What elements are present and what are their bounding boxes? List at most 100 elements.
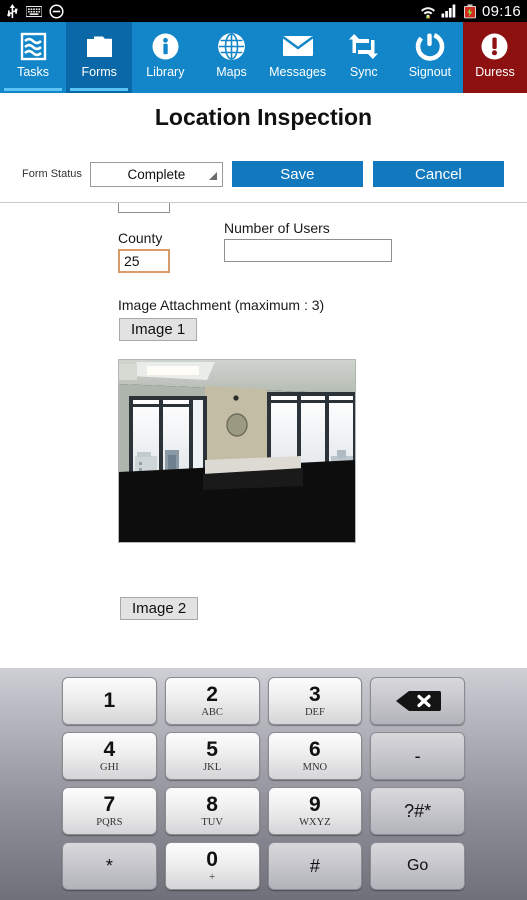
key-8-sublabel: TUV [201, 816, 223, 828]
form-status-label: Form Status [22, 168, 82, 180]
key-symbols[interactable]: ?#* [370, 787, 465, 835]
key-dash[interactable]: - [370, 732, 465, 780]
county-field-group: County 25 [118, 230, 170, 273]
status-bar-clock: 09:16 [481, 2, 521, 20]
key-0[interactable]: 0 + [164, 842, 260, 890]
key-go-label: Go [406, 857, 429, 874]
image-1-preview[interactable] [118, 359, 356, 543]
cancel-button[interactable]: Cancel [372, 161, 504, 187]
key-asterisk-label: * [105, 856, 113, 876]
keyboard-row: 7 PQRS 8 TUV 9 WXYZ ?#* [62, 787, 465, 835]
nav-label-signout: Signout [408, 65, 452, 79]
backspace-icon [395, 690, 441, 712]
image-1-button[interactable]: Image 1 [119, 318, 198, 341]
nav-item-library[interactable]: Library [132, 22, 198, 93]
nav-item-sync[interactable]: Sync [331, 22, 397, 93]
numeric-keyboard: 1 2 ABC 3 DEF 4 GHI 5 JKL 6 MNO - 7 PQRS… [0, 668, 527, 900]
key-8-label: 8 [206, 792, 218, 816]
form-status-toolbar: Form Status Complete Save Cancel [0, 160, 527, 188]
nav-label-messages: Messages [269, 65, 327, 79]
form-status-value: Complete [127, 166, 186, 182]
nav-item-messages[interactable]: Messages [265, 22, 331, 93]
key-5[interactable]: 5 JKL [164, 732, 260, 780]
number-of-users-label: Number of Users [224, 220, 330, 236]
main-navigation-bar: Tasks Forms Library Maps Messages Sync S… [0, 22, 527, 93]
key-9[interactable]: 9 WXYZ [267, 787, 363, 835]
status-bar-left-icons [6, 3, 64, 19]
key-4-label: 4 [103, 737, 116, 761]
key-2-sublabel: ABC [201, 706, 223, 718]
county-input[interactable]: 25 [118, 249, 170, 273]
keyboard-row: 1 2 ABC 3 DEF [62, 677, 465, 725]
sync-icon [347, 28, 380, 64]
key-9-sublabel: WXYZ [299, 816, 331, 828]
power-icon [413, 28, 446, 64]
dropdown-caret-icon [208, 171, 217, 180]
key-dash-label: - [414, 746, 421, 766]
image-2-button[interactable]: Image 2 [120, 597, 199, 620]
battery-icon [463, 3, 477, 19]
info-icon [149, 28, 182, 64]
key-3-sublabel: DEF [304, 706, 325, 718]
key-7-label: 7 [103, 792, 116, 816]
nav-label-duress: Duress [475, 65, 515, 79]
key-7-sublabel: PQRS [96, 816, 123, 828]
key-4[interactable]: 4 GHI [62, 732, 157, 780]
save-button[interactable]: Save [231, 161, 363, 187]
number-of-users-input[interactable] [224, 239, 392, 262]
key-hash-label: # [309, 856, 320, 876]
key-1[interactable]: 1 [62, 677, 157, 725]
clipped-field-above[interactable] [118, 203, 170, 213]
mute-icon [49, 3, 64, 19]
key-0-sublabel: + [209, 871, 216, 883]
status-bar-right-icons: 09:16 [420, 3, 521, 20]
nav-item-duress[interactable]: Duress [462, 22, 527, 93]
key-1-label: 1 [103, 688, 116, 712]
key-go[interactable]: Go [370, 842, 465, 890]
key-6-label: 6 [309, 737, 321, 761]
key-symbols-label: ?#* [404, 801, 432, 821]
status-bar: 09:16 [0, 0, 527, 22]
nav-item-tasks[interactable]: Tasks [0, 22, 66, 93]
nav-label-library: Library [146, 65, 185, 79]
nav-label-tasks: Tasks [17, 65, 50, 79]
key-5-label: 5 [206, 737, 218, 761]
envelope-icon [281, 28, 315, 64]
keyboard-icon [26, 5, 42, 17]
key-2[interactable]: 2 ABC [164, 677, 260, 725]
key-4-sublabel: GHI [100, 761, 119, 773]
key-5-sublabel: JKL [203, 761, 222, 773]
signal-icon [441, 4, 458, 18]
key-8[interactable]: 8 TUV [164, 787, 260, 835]
nav-item-forms[interactable]: Forms [66, 22, 133, 93]
app-root: 09:16 Tasks Forms Library Maps Messages … [0, 0, 527, 900]
key-7[interactable]: 7 PQRS [62, 787, 157, 835]
key-3[interactable]: 3 DEF [267, 677, 363, 725]
nav-item-maps[interactable]: Maps [198, 22, 264, 93]
nav-label-sync: Sync [349, 65, 378, 79]
nav-item-signout[interactable]: Signout [397, 22, 463, 93]
keyboard-row: 4 GHI 5 JKL 6 MNO - [62, 732, 465, 780]
image-attachment-label: Image Attachment (maximum : 3) [118, 297, 325, 313]
globe-icon [215, 28, 248, 64]
page-title: Location Inspection [154, 104, 373, 130]
alert-icon [478, 28, 511, 64]
forms-icon [83, 28, 116, 64]
key-backspace[interactable] [370, 677, 465, 725]
nav-label-maps: Maps [216, 65, 247, 79]
key-0-label: 0 [206, 847, 218, 871]
number-of-users-field-group: Number of Users [224, 220, 392, 262]
key-asterisk[interactable]: * [62, 842, 157, 890]
key-hash[interactable]: # [267, 842, 363, 890]
tasks-icon [17, 28, 50, 64]
form-scroll-area[interactable]: County 25 Number of Users Image Attachme… [0, 203, 527, 667]
key-2-label: 2 [206, 682, 218, 706]
form-status-dropdown[interactable]: Complete [89, 161, 223, 187]
county-label: County [118, 230, 163, 246]
usb-icon [6, 3, 19, 19]
key-9-label: 9 [309, 792, 321, 816]
key-6[interactable]: 6 MNO [267, 732, 363, 780]
keyboard-row: * 0 + # Go [62, 842, 465, 890]
nav-label-forms: Forms [81, 65, 117, 79]
wifi-icon [420, 4, 436, 19]
